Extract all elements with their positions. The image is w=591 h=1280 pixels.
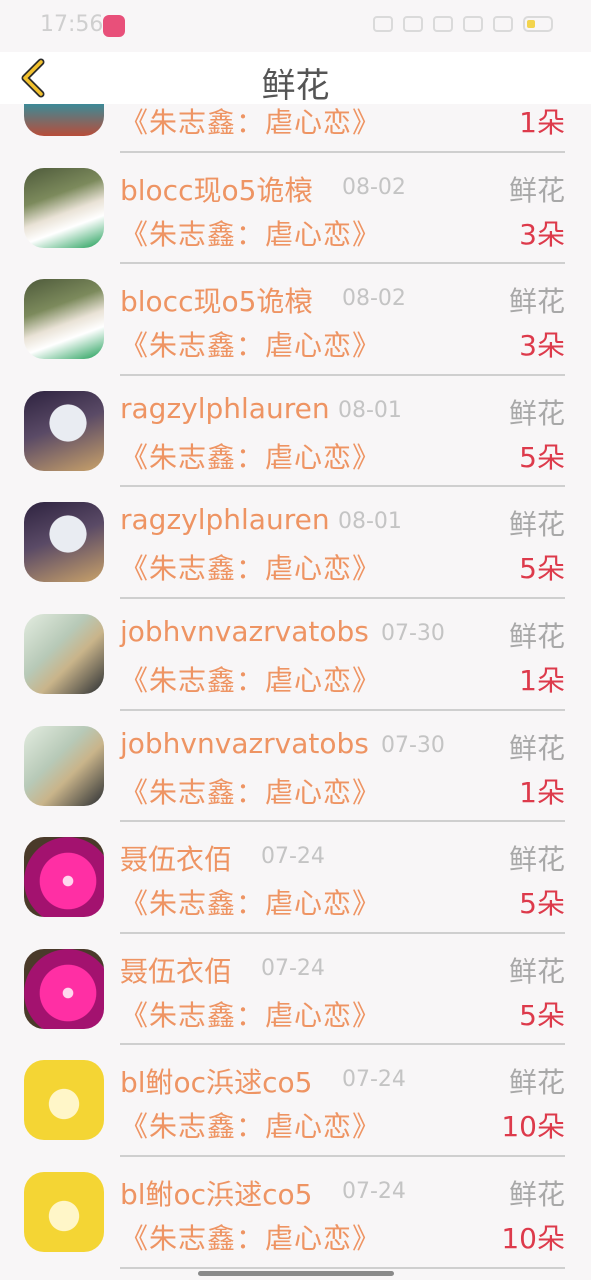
list-item[interactable]: ragzylphlauren 08-01 鲜花《朱志鑫：虐心恋》 5朵 xyxy=(0,376,591,488)
username: jobhvnvazrvatobs xyxy=(120,614,369,648)
screen: 17:56 鲜花 《朱志鑫：虐心恋》 1朵 blocc现o5诡榱 08-02 鲜花 《朱志… xyxy=(0,0,591,1280)
avatar[interactable] xyxy=(24,948,104,1029)
status-bar: 17:56 xyxy=(0,0,591,52)
album-title: 《朱志鑫：虐心恋》 xyxy=(120,440,382,474)
gift-type-label: 鲜花 xyxy=(508,1177,565,1211)
list-item[interactable]: jobhvnvazrvatobs 07-30 鲜花《朱志鑫：虐心恋》 1朵 xyxy=(0,599,591,711)
flower-quantity: 5朵 xyxy=(519,552,565,586)
avatar[interactable] xyxy=(24,104,104,136)
avatar[interactable] xyxy=(24,390,104,471)
gift-type-label: 鲜花 xyxy=(508,285,565,319)
album-title: 《朱志鑫：虐心恋》 xyxy=(120,1110,382,1144)
username: blocc现o5诡榱 xyxy=(120,285,313,319)
album-title: 《朱志鑫：虐心恋》 xyxy=(120,329,382,363)
album-title: 《朱志鑫：虐心恋》 xyxy=(120,663,382,697)
gift-date: 07-24 xyxy=(342,1067,406,1093)
gift-date: 07-24 xyxy=(261,844,325,870)
row-divider xyxy=(120,1266,565,1269)
gift-date: 08-01 xyxy=(338,397,402,423)
list-item[interactable]: 《朱志鑫：虐心恋》 1朵 xyxy=(0,104,591,153)
list-item[interactable]: 聂伍衣佰 07-24 鲜花《朱志鑫：虐心恋》 5朵 xyxy=(0,934,591,1046)
username: ragzylphlauren xyxy=(120,391,330,425)
gift-type-label: 鲜花 xyxy=(508,843,565,877)
status-time: 17:56 xyxy=(40,12,104,37)
flower-quantity: 5朵 xyxy=(519,998,565,1032)
album-title: 《朱志鑫：虐心恋》 xyxy=(120,775,382,809)
gift-date: 07-24 xyxy=(261,955,325,981)
album-title: 《朱志鑫：虐心恋》 xyxy=(120,887,382,921)
gift-type-label: 鲜花 xyxy=(508,396,565,430)
username: 聂伍衣佰 xyxy=(120,843,233,877)
album-title: 《朱志鑫：虐心恋》 xyxy=(120,998,382,1032)
list-item[interactable]: bl鲋oc浜逑co5 07-24 鲜花《朱志鑫：虐心恋》 10朵 xyxy=(0,1157,591,1269)
list-item[interactable]: blocc现o5诡榱 08-02 鲜花《朱志鑫：虐心恋》 3朵 xyxy=(0,153,591,265)
album-title: 《朱志鑫：虐心恋》 xyxy=(120,552,382,586)
gift-date: 07-30 xyxy=(381,620,445,646)
avatar[interactable] xyxy=(24,837,104,918)
flower-quantity: 3朵 xyxy=(519,329,565,363)
gift-type-label: 鲜花 xyxy=(508,619,565,653)
gift-type-label: 鲜花 xyxy=(508,1066,565,1100)
gift-type-label: 鲜花 xyxy=(508,508,565,542)
avatar[interactable] xyxy=(24,279,104,360)
flower-quantity: 1朵 xyxy=(519,775,565,809)
page-title: 鲜花 xyxy=(261,66,330,106)
wifi-icon xyxy=(493,16,513,32)
avatar[interactable] xyxy=(24,1060,104,1141)
hd-icon xyxy=(433,16,453,32)
gift-date: 08-02 xyxy=(342,286,406,312)
username: ragzylphlauren xyxy=(120,503,330,537)
flower-quantity: 1朵 xyxy=(519,106,565,139)
list-item[interactable]: ragzylphlauren 08-01 鲜花《朱志鑫：虐心恋》 5朵 xyxy=(0,487,591,599)
flower-quantity: 3朵 xyxy=(519,217,565,251)
status-icons xyxy=(373,16,553,32)
flower-quantity: 10朵 xyxy=(501,1110,565,1144)
avatar[interactable] xyxy=(24,502,104,583)
flower-quantity: 1朵 xyxy=(519,663,565,697)
list-item[interactable]: 聂伍衣佰 07-24 鲜花《朱志鑫：虐心恋》 5朵 xyxy=(0,822,591,934)
flower-quantity: 5朵 xyxy=(519,440,565,474)
list-item[interactable]: jobhvnvazrvatobs 07-30 鲜花《朱志鑫：虐心恋》 1朵 xyxy=(0,711,591,823)
album-title: 《朱志鑫：虐心恋》 xyxy=(120,217,382,251)
flower-quantity: 5朵 xyxy=(519,887,565,921)
signal-icon xyxy=(463,16,483,32)
album-title: 《朱志鑫：虐心恋》 xyxy=(120,1221,382,1255)
app-notification-icon xyxy=(103,15,125,37)
location-icon xyxy=(403,16,423,32)
gift-type-label: 鲜花 xyxy=(508,173,565,207)
flower-quantity: 10朵 xyxy=(501,1221,565,1255)
album-title: 《朱志鑫：虐心恋》 xyxy=(120,106,382,139)
gift-type-label: 鲜花 xyxy=(508,731,565,765)
list-item[interactable]: bl鲋oc浜逑co5 07-24 鲜花《朱志鑫：虐心恋》 10朵 xyxy=(0,1045,591,1157)
gift-type-label: 鲜花 xyxy=(508,954,565,988)
home-indicator[interactable] xyxy=(198,1271,394,1276)
username: blocc现o5诡榱 xyxy=(120,173,313,207)
username: 聂伍衣佰 xyxy=(120,954,233,988)
avatar[interactable] xyxy=(24,1171,104,1252)
gift-date: 07-30 xyxy=(381,732,445,758)
avatar[interactable] xyxy=(24,613,104,694)
top-nav-bar: 鲜花 xyxy=(0,52,591,106)
avatar[interactable] xyxy=(24,725,104,806)
gift-date: 07-24 xyxy=(342,1178,406,1204)
battery-icon xyxy=(523,16,553,32)
username: bl鲋oc浜逑co5 xyxy=(120,1177,313,1211)
gift-date: 08-02 xyxy=(342,174,406,200)
username: bl鲋oc浜逑co5 xyxy=(120,1066,313,1100)
avatar[interactable] xyxy=(24,167,104,248)
cloud-icon xyxy=(373,16,393,32)
list-item[interactable]: blocc现o5诡榱 08-02 鲜花《朱志鑫：虐心恋》 3朵 xyxy=(0,264,591,376)
gift-date: 08-01 xyxy=(338,509,402,535)
username: jobhvnvazrvatobs xyxy=(120,726,369,760)
flower-gift-list[interactable]: 《朱志鑫：虐心恋》 1朵 blocc现o5诡榱 08-02 鲜花 《朱志鑫：虐心恋》 3朵 b… xyxy=(0,104,591,1280)
